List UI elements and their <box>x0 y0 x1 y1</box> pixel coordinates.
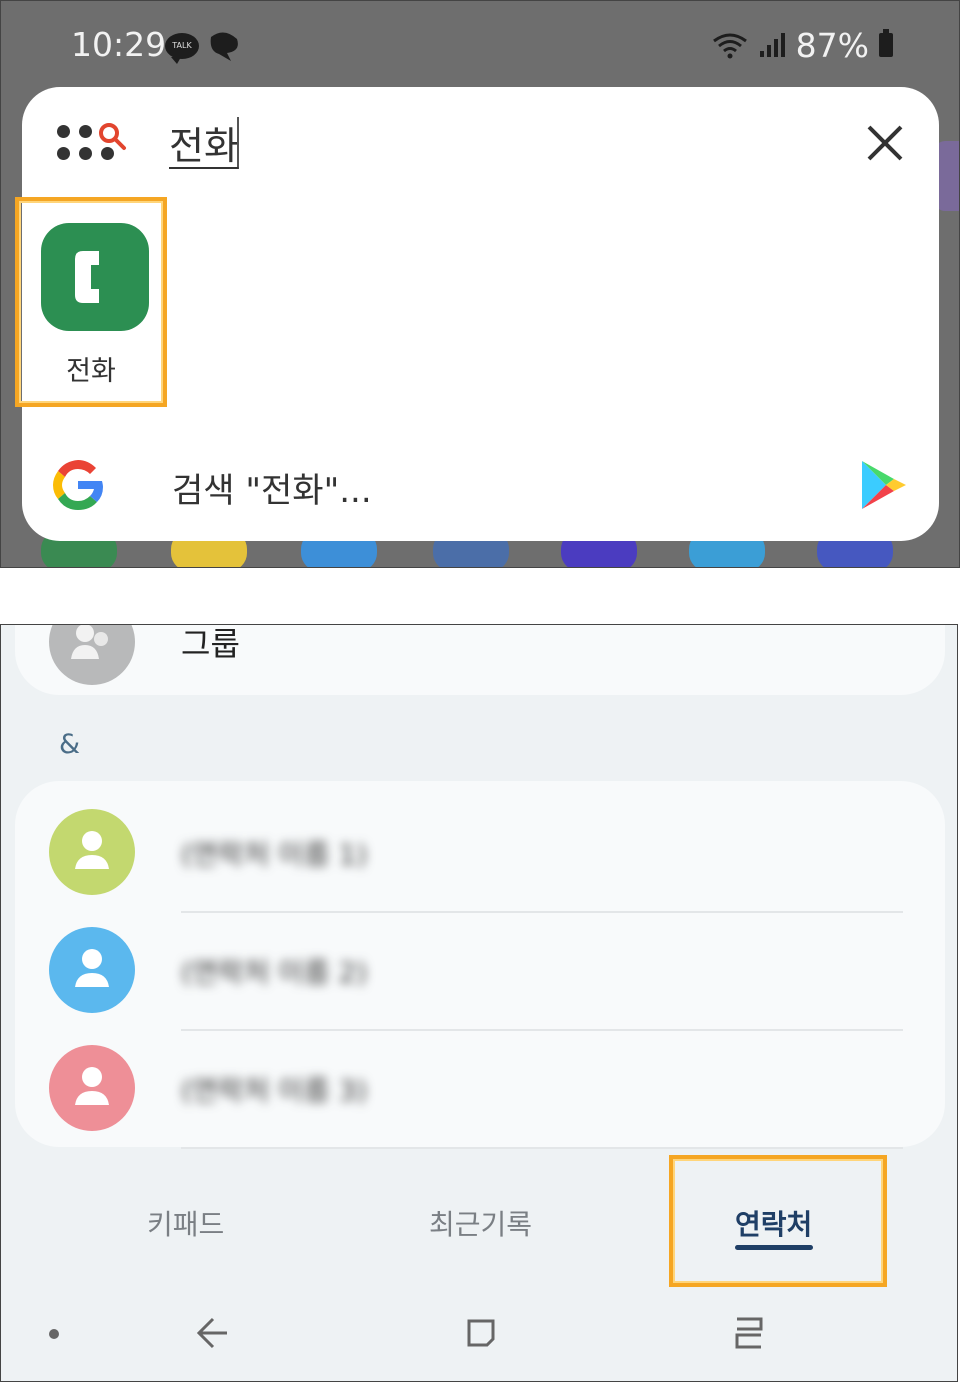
contact-list: (연락처 이름 1) (연락처 이름 2) (연락처 이름 3) <box>15 781 945 1149</box>
phone-app-icon <box>41 223 149 331</box>
contact-avatar-icon <box>49 809 135 895</box>
search-input[interactable]: 전화 <box>169 115 239 170</box>
kakaotalk-notification-icon: TALK <box>165 33 199 64</box>
contact-name: (연락처 이름 2) <box>181 956 368 989</box>
google-search-row[interactable]: 검색 "전화"... <box>22 441 939 531</box>
message-notification-icon <box>210 32 238 61</box>
battery-percent: 87% <box>795 25 869 65</box>
wifi-icon <box>712 33 747 59</box>
magnifier-icon <box>99 123 126 150</box>
contact-name: (연락처 이름 1) <box>181 838 368 871</box>
contacts-screen: 그룹 & (연락처 이름 1) (연락처 이름 2) (연락처 이름 3) 키패… <box>0 624 958 1382</box>
status-bar: 10:29 TALK 87% <box>1 1 959 89</box>
group-avatar-icon <box>49 625 135 685</box>
home-icon[interactable] <box>461 1313 501 1353</box>
text-cursor <box>237 117 239 167</box>
row-divider <box>181 1147 903 1149</box>
contact-avatar-icon <box>49 1045 135 1131</box>
back-icon[interactable] <box>193 1313 233 1353</box>
section-header: & <box>59 729 81 760</box>
home-screen-search-panel: 10:29 TALK 87% 전화 전화 검색 "전화"... <box>0 0 960 568</box>
navigation-bar <box>1 1301 957 1371</box>
apps-search-icon[interactable] <box>55 121 135 167</box>
highlight-box <box>669 1155 887 1287</box>
phone-app-label: 전화 <box>66 356 116 387</box>
phone-app-result[interactable]: 전화 <box>15 197 167 407</box>
tab-keypad[interactable]: 키패드 <box>147 1203 224 1243</box>
contact-name: (연락처 이름 3) <box>181 1074 368 1107</box>
contact-row[interactable]: (연락처 이름 3) <box>15 1031 945 1149</box>
status-time: 10:29 <box>71 25 167 64</box>
contact-row[interactable]: (연락처 이름 1) <box>15 795 945 913</box>
recent-apps-icon[interactable] <box>729 1313 769 1353</box>
nav-dot-icon <box>49 1329 59 1339</box>
status-indicators: 87% <box>712 25 893 65</box>
close-icon[interactable] <box>863 121 907 165</box>
web-search-label: 검색 "전화"... <box>172 471 372 511</box>
google-icon <box>53 460 103 510</box>
tab-recents[interactable]: 최근기록 <box>429 1203 532 1243</box>
group-label: 그룹 <box>181 625 240 663</box>
contact-row[interactable]: (연락처 이름 2) <box>15 913 945 1031</box>
play-store-icon[interactable] <box>858 459 908 511</box>
signal-icon <box>759 33 785 57</box>
battery-icon <box>879 29 893 57</box>
group-card[interactable] <box>15 625 945 695</box>
contact-avatar-icon <box>49 927 135 1013</box>
